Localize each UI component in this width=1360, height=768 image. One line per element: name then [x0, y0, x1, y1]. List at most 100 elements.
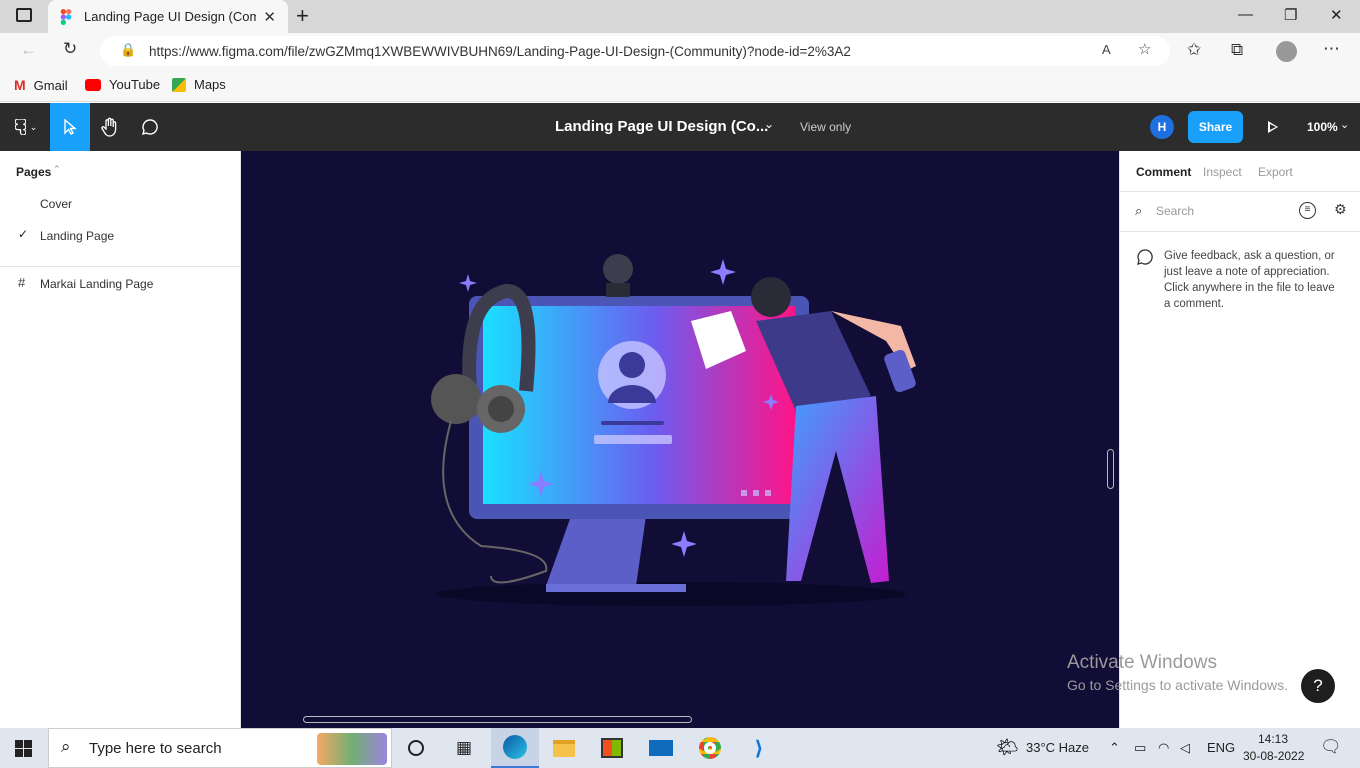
gmail-icon: M [14, 77, 26, 93]
present-play-inner [1270, 124, 1276, 130]
frame-icon: # [18, 275, 26, 290]
tab-export[interactable]: Export [1258, 165, 1293, 179]
back-icon[interactable]: ← [20, 40, 37, 60]
address-bar[interactable]: 🔒 https://www.figma.com/file/zwGZMmq1XWB… [100, 36, 1170, 66]
minimize-icon[interactable]: — [1238, 6, 1253, 23]
checkmark-icon: ✓ [18, 227, 29, 241]
meet-now-icon[interactable]: ▭ [1134, 740, 1146, 756]
panel-divider [1120, 191, 1360, 192]
file-title[interactable]: Landing Page UI Design (Co... [555, 118, 768, 135]
figma-favicon-icon [60, 9, 72, 25]
help-button[interactable]: ? [1301, 669, 1335, 703]
bookmark-gmail[interactable]: M Gmail [14, 77, 68, 93]
hand-tool-icon[interactable] [90, 103, 130, 151]
layers-panel: Pages ⌃ Cover ✓ Landing Page # Markai La… [0, 151, 241, 728]
volume-icon[interactable]: ◁ [1180, 740, 1190, 756]
file-title-chevron-icon[interactable]: ⌄ [764, 117, 774, 131]
collections-icon[interactable]: ⧉ [1231, 40, 1243, 60]
tray-chevron-icon[interactable]: ⌃ [1109, 740, 1120, 756]
read-aloud-icon[interactable]: A [1102, 42, 1111, 57]
browser-tab-strip: Landing Page UI Design (Community) – Fig… [0, 0, 1360, 33]
design-canvas[interactable] [241, 151, 1119, 728]
page-label: Landing Page [40, 229, 115, 243]
lock-icon[interactable]: 🔒 [120, 42, 136, 58]
bookmark-label: Gmail [33, 77, 68, 93]
share-button[interactable]: Share [1188, 111, 1243, 143]
search-highlight-icon [317, 733, 387, 765]
figma-toolbar: ⌄ Landing Page UI Design (Co... ⌄ View o… [0, 103, 1360, 151]
layer-frame-item[interactable]: # Markai Landing Page [0, 271, 240, 295]
bookmark-label: YouTube [109, 77, 161, 92]
task-view-icon[interactable] [392, 728, 440, 768]
page-label: Cover [40, 197, 73, 211]
search-icon: ⌕ [61, 737, 71, 756]
move-tool-icon[interactable] [50, 103, 90, 151]
clock-time[interactable]: 14:13 [1258, 732, 1288, 746]
bookmark-youtube[interactable]: YouTube [85, 77, 160, 92]
chrome-app-icon[interactable] [686, 728, 734, 768]
comment-tool-icon[interactable] [130, 103, 170, 151]
tab-actions-icon[interactable] [16, 8, 32, 22]
horizontal-scrollbar[interactable] [303, 716, 692, 723]
notifications-icon[interactable]: 🗨 [1320, 737, 1342, 757]
zoom-chevron-icon[interactable]: ⌄ [1340, 118, 1349, 131]
settings-sliders-icon[interactable]: ⚙ [1334, 201, 1347, 218]
page-item-landing-page[interactable]: ✓ Landing Page [0, 223, 240, 247]
taskbar-search-box[interactable]: ⌕ Type here to search [48, 728, 392, 768]
taskbar-search-placeholder: Type here to search [89, 740, 222, 757]
zoom-level[interactable]: 100% [1307, 120, 1338, 134]
tab-title: Landing Page UI Design (Community) – Fig… [84, 9, 256, 24]
new-tab-icon[interactable]: + [296, 3, 309, 29]
pages-collapse-icon[interactable]: ⌃ [53, 164, 61, 175]
windows-taskbar: ⌕ Type here to search ▦ ⟩ 🌤 33°C Haze ⌃ … [0, 728, 1360, 768]
comment-search-input[interactable]: Search [1156, 204, 1194, 218]
window-close-icon[interactable]: ✕ [1330, 6, 1343, 24]
bookmark-label: Maps [194, 77, 226, 92]
wifi-icon[interactable]: ◠ [1158, 740, 1169, 756]
refresh-icon[interactable]: ↻ [63, 39, 77, 59]
language-indicator[interactable]: ENG [1207, 740, 1235, 755]
edge-app-icon[interactable] [491, 728, 539, 768]
profile-avatar[interactable] [1276, 41, 1297, 62]
weather-text[interactable]: 33°C Haze [1026, 740, 1089, 755]
restore-icon[interactable]: ❐ [1284, 6, 1297, 24]
maps-icon [172, 77, 186, 92]
filter-icon[interactable]: ≡ [1299, 202, 1316, 219]
widgets-icon[interactable]: ▦ [440, 728, 488, 768]
youtube-icon [85, 78, 101, 91]
properties-panel: Comment Inspect Export ⌕ Search ≡ ⚙ Give… [1119, 151, 1360, 728]
clock-date[interactable]: 30-08-2022 [1243, 749, 1304, 763]
bookmark-maps[interactable]: Maps [172, 77, 226, 92]
vertical-scrollbar[interactable] [1107, 449, 1114, 489]
panel-divider [0, 266, 240, 267]
view-only-badge: View only [800, 120, 852, 134]
panel-divider [1120, 231, 1360, 232]
vscode-app-icon[interactable]: ⟩ [735, 728, 783, 768]
mail-app-icon[interactable] [637, 728, 685, 768]
figma-main-menu-icon[interactable]: ⌄ [4, 103, 48, 151]
search-icon: ⌕ [1135, 203, 1143, 218]
more-menu-icon[interactable]: ⋯ [1323, 39, 1340, 59]
tab-inspect[interactable]: Inspect [1203, 165, 1242, 179]
comment-bubble-icon [1137, 249, 1153, 265]
tab-comment[interactable]: Comment [1136, 165, 1191, 179]
activate-windows-subtitle: Go to Settings to activate Windows. [1067, 677, 1288, 693]
page-item-cover[interactable]: Cover [0, 191, 240, 215]
store-app-icon[interactable] [588, 728, 636, 768]
windows-start-icon[interactable] [15, 740, 32, 757]
file-explorer-icon[interactable] [540, 728, 588, 768]
pages-heading[interactable]: Pages [16, 165, 51, 179]
landing-illustration [431, 254, 916, 606]
bookmarks-bar: M Gmail YouTube Maps [0, 70, 1360, 102]
favorites-icon[interactable]: ✩ [1187, 40, 1201, 60]
user-avatar[interactable]: H [1150, 115, 1174, 139]
comment-help-text: Give feedback, ask a question, or just l… [1164, 250, 1335, 310]
frame-label: Markai Landing Page [40, 277, 154, 291]
favorite-add-icon[interactable]: ☆ [1138, 40, 1151, 58]
url-text[interactable]: https://www.figma.com/file/zwGZMmq1XWBEW… [149, 44, 851, 59]
tab-close-icon[interactable]: ✕ [263, 8, 276, 26]
weather-icon: 🌤 [996, 737, 1019, 757]
browser-tab-active[interactable]: Landing Page UI Design (Community) – Fig… [48, 0, 288, 33]
address-bar-row: ← ↻ 🔒 https://www.figma.com/file/zwGZMmq… [0, 33, 1360, 70]
activate-windows-title: Activate Windows [1067, 652, 1217, 673]
